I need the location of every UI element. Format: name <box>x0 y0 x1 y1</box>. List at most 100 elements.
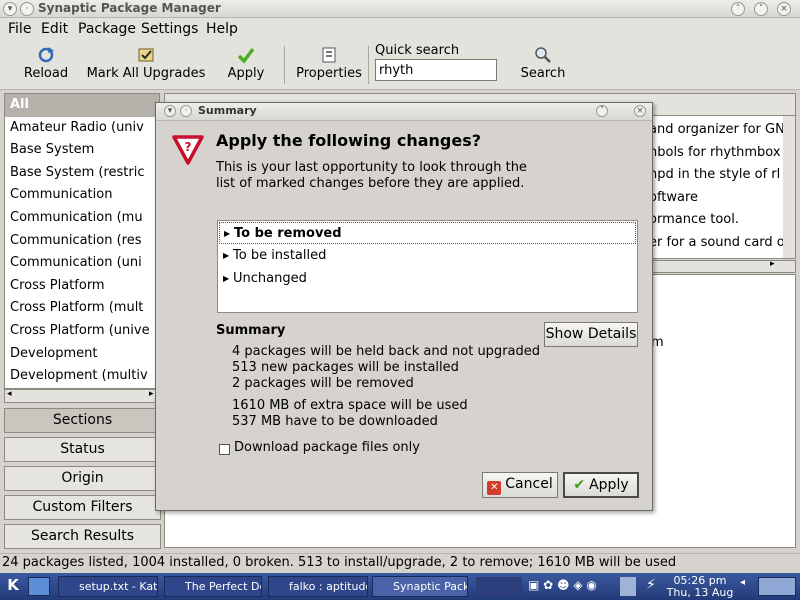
reload-button[interactable]: Reload <box>22 46 70 81</box>
summary-line: 2 packages will be removed <box>232 376 414 391</box>
custom-filters-button[interactable]: Custom Filters <box>4 495 161 520</box>
scroll-left-icon[interactable]: ◂ <box>7 389 12 399</box>
menu-bar: File Edit Package Settings Help <box>0 18 800 40</box>
toolbar-separator <box>284 46 285 84</box>
tree-item-unchanged[interactable]: ▶ Unchanged <box>219 268 636 290</box>
section-item[interactable]: Base System <box>5 139 159 162</box>
close-icon[interactable]: × <box>777 2 791 16</box>
task-browser[interactable]: The Perfect Des <box>164 576 262 597</box>
tree-item-to-be-removed[interactable]: ▶ To be removed <box>219 222 636 244</box>
section-item[interactable]: Communication (res <box>5 230 159 253</box>
menu-file[interactable]: File <box>8 21 31 37</box>
scroll-right-icon[interactable]: ▸ <box>770 259 775 269</box>
status-filter-button[interactable]: Status <box>4 437 161 462</box>
sections-filter-button[interactable]: Sections <box>4 408 161 433</box>
properties-button[interactable]: Properties <box>292 46 366 81</box>
section-item[interactable]: Development (multiv <box>5 365 159 388</box>
search-button[interactable]: Search <box>516 46 570 81</box>
minimize-icon[interactable]: ˄ <box>731 2 745 16</box>
summary-heading: Summary <box>216 323 286 338</box>
section-item[interactable]: Cross Platform (mult <box>5 297 159 320</box>
desktop-pager[interactable] <box>476 577 522 596</box>
tree-item-label: To be removed <box>234 226 342 241</box>
maximize-icon[interactable]: ˅ <box>754 2 768 16</box>
quick-search-input[interactable] <box>375 59 497 81</box>
changes-tree[interactable]: ▶ To be removed ▶ To be installed ▶ Unch… <box>217 220 638 313</box>
download-only-checkbox[interactable] <box>219 444 230 455</box>
apply-button[interactable]: ✔ Apply <box>563 472 639 498</box>
scroll-right-icon[interactable]: ▸ <box>149 389 154 399</box>
properties-label: Properties <box>296 66 362 81</box>
task-synaptic[interactable]: Synaptic Packa <box>372 576 468 597</box>
section-item[interactable]: Base System (restric <box>5 162 159 185</box>
section-item[interactable]: Communication (mu <box>5 207 159 230</box>
task-terminal[interactable]: falko : aptitude <box>268 576 368 597</box>
menu-help[interactable]: Help <box>206 21 238 37</box>
menu-package[interactable]: Package <box>78 21 136 37</box>
section-item[interactable]: Amateur Radio (univ <box>5 117 159 140</box>
taskbar: K setup.txt - Kate The Perfect Des falko… <box>0 573 800 600</box>
section-item[interactable]: Cross Platform <box>5 275 159 298</box>
search-icon <box>535 47 551 63</box>
printer-icon[interactable] <box>620 577 636 596</box>
download-only-label[interactable]: Download package files only <box>234 440 420 455</box>
window-titlebar: ▾ · Synaptic Package Manager ˄ ˅ × <box>0 0 800 18</box>
apply-check-icon <box>237 47 255 64</box>
show-desktop-icon[interactable] <box>758 577 796 596</box>
package-description-cell: nbols for rhythmbox <box>649 145 781 160</box>
summary-line: 537 MB have to be downloaded <box>232 414 438 429</box>
sticky-icon[interactable]: · <box>20 2 34 16</box>
taskbar-arrow-icon[interactable]: ◂ <box>740 577 754 596</box>
search-label: Search <box>520 66 566 81</box>
mark-all-upgrades-button[interactable]: Mark All Upgrades <box>84 46 208 81</box>
apply-toolbar-button[interactable]: Apply <box>222 46 270 81</box>
toolbar: Reload Mark All Upgrades Apply Propertie… <box>0 40 800 90</box>
dialog-menu-icon[interactable]: ▾ <box>164 105 176 117</box>
dialog-close-icon[interactable]: × <box>634 105 646 117</box>
kde-menu-icon[interactable]: K <box>2 576 24 597</box>
file-manager-icon[interactable] <box>28 577 50 596</box>
origin-filter-button[interactable]: Origin <box>4 466 161 491</box>
tree-item-label: Unchanged <box>233 271 307 286</box>
mark-all-upgrades-label: Mark All Upgrades <box>86 66 206 81</box>
section-item[interactable]: Cross Platform (unive <box>5 320 159 343</box>
task-kate[interactable]: setup.txt - Kate <box>58 576 158 597</box>
summary-dialog: ▾ · Summary ˅ × ? Apply the following ch… <box>155 102 653 511</box>
package-description-cell: and organizer for GN <box>649 122 785 137</box>
section-item[interactable]: Communication (uni <box>5 252 159 275</box>
apply-icon: ✔ <box>573 477 586 493</box>
expand-arrow-icon[interactable]: ▶ <box>223 245 229 267</box>
mark-upgrades-icon <box>138 48 154 62</box>
show-details-button[interactable]: Show Details <box>544 322 638 347</box>
tree-item-to-be-installed[interactable]: ▶ To be installed <box>219 245 636 267</box>
sections-list[interactable]: All Amateur Radio (univ Base System Base… <box>4 93 160 389</box>
summary-line: 4 packages will be held back and not upg… <box>232 344 541 359</box>
dialog-minimize-icon[interactable]: ˅ <box>596 105 608 117</box>
dialog-titlebar: ▾ · Summary ˅ × <box>156 103 652 121</box>
system-tray[interactable]: ▣ ✿ ☻ ◈ ◉ <box>528 578 620 595</box>
svg-text:?: ? <box>185 140 192 154</box>
expand-arrow-icon[interactable]: ▶ <box>223 268 229 290</box>
search-results-button[interactable]: Search Results <box>4 524 161 549</box>
menu-settings[interactable]: Settings <box>141 21 198 37</box>
menu-edit[interactable]: Edit <box>41 21 68 37</box>
package-description-cell: npd in the style of rl <box>649 167 781 182</box>
toolbar-separator-2 <box>368 46 369 84</box>
cancel-button[interactable]: ✕ Cancel <box>482 472 558 498</box>
section-item[interactable]: All <box>5 94 159 117</box>
dialog-sticky-icon[interactable]: · <box>180 105 192 117</box>
reload-label: Reload <box>23 66 69 81</box>
tree-item-label: To be installed <box>233 248 327 263</box>
quick-search-label: Quick search <box>375 43 460 58</box>
dialog-heading: Apply the following changes? <box>216 131 481 150</box>
expand-arrow-icon[interactable]: ▶ <box>224 223 230 245</box>
section-item[interactable]: Communication <box>5 184 159 207</box>
sections-hscrollbar[interactable]: ◂ ▸ <box>4 389 160 403</box>
package-vscrollbar[interactable] <box>783 116 795 258</box>
package-description-cell: oftware <box>649 190 699 205</box>
network-icon[interactable]: ⚡ <box>646 577 662 596</box>
clock[interactable]: 05:26 pm Thu, 13 Aug <box>665 575 735 599</box>
dialog-intro: This is your last opportunity to look th… <box>216 160 527 191</box>
section-item[interactable]: Development <box>5 343 159 366</box>
window-menu-icon[interactable]: ▾ <box>3 2 17 16</box>
